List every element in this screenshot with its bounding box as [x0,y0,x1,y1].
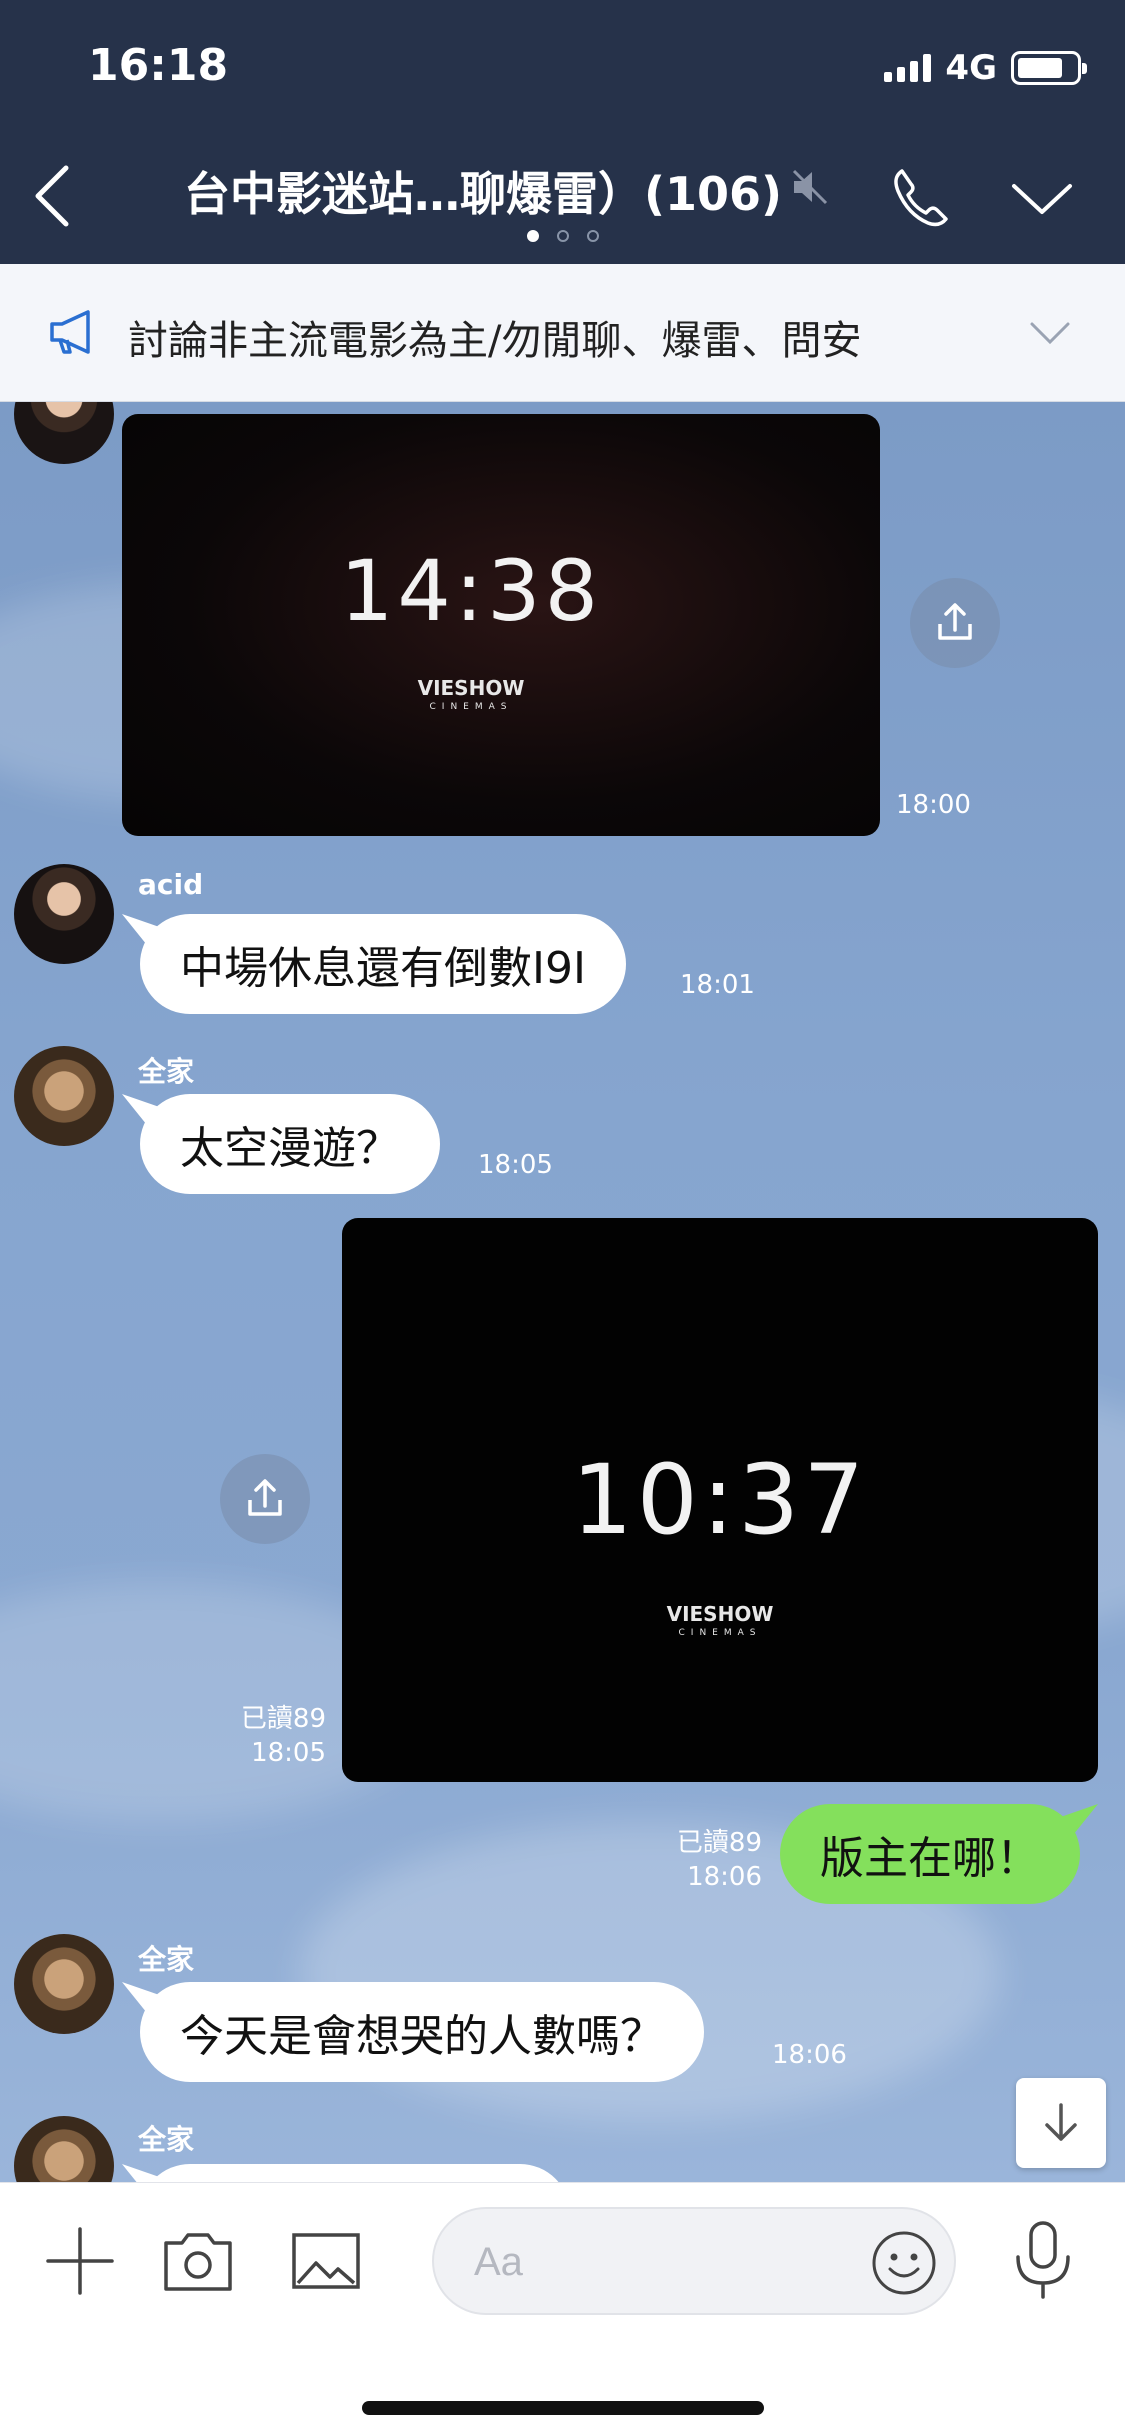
battery-icon [1011,51,1087,85]
emoji-icon[interactable] [870,2229,938,2297]
image-gallery-icon[interactable] [288,2223,364,2299]
microphone-icon[interactable] [1010,2217,1076,2303]
image-clock-text: 10:37 [571,1444,869,1556]
megaphone-icon [50,310,90,354]
chat-title[interactable]: 台中影迷站…聊爆雷）(106) [184,158,782,224]
sender-name: acid [138,868,204,901]
message-bubble[interactable]: 今天是會想哭的人數嗎？ [140,1982,704,2082]
sender-name: 全家 [138,1055,195,1088]
message-time: 18:05 [478,1150,553,1180]
share-button[interactable] [220,1454,310,1544]
mute-icon [792,169,828,205]
avatar[interactable] [14,402,114,464]
share-icon [938,603,972,640]
sender-name: 全家 [138,1943,195,1976]
sender-name: 全家 [138,2123,195,2156]
scroll-to-bottom-button[interactable] [1016,2078,1106,2168]
message-bubble[interactable]: 中場休息還有倒數I9I [140,914,626,1014]
image-message[interactable]: 14:38 VIESHOW CINEMAS [122,414,880,836]
message-time: 18:00 [896,790,971,820]
page-indicator [0,230,1125,242]
phone-call-icon[interactable] [888,165,952,229]
network-type: 4G [945,48,997,88]
signal-icon [884,54,932,82]
back-arrow-icon[interactable] [28,160,76,232]
message-field[interactable] [432,2207,956,2315]
image-brand-logo: VIESHOW CINEMAS [417,676,525,712]
chat-header: 16:18 4G 台中影迷站…聊爆雷）(106) [0,0,1125,264]
sent-message-bubble[interactable]: 版主在哪！ [780,1804,1080,1904]
read-status: 已讀89 18:06 [676,1828,762,1892]
arrow-down-icon [1045,2103,1077,2141]
image-brand-logo: VIESHOW CINEMAS [666,1602,774,1638]
share-icon [248,1479,282,1516]
avatar[interactable] [14,1046,114,1146]
read-status: 已讀89 18:05 [240,1704,326,1768]
chevron-down-icon[interactable] [1028,320,1072,348]
avatar[interactable] [14,2116,114,2182]
avatar[interactable] [14,1934,114,2034]
status-time: 16:18 [88,40,229,91]
status-indicators: 4G [884,48,1087,88]
message-bubble[interactable]: 太空漫遊？ [140,1094,440,1194]
message-input-bar [0,2182,1125,2436]
message-input[interactable] [474,2233,854,2291]
message-time: 18:06 [772,2040,847,2070]
share-button[interactable] [910,578,1000,668]
message-time: 18:01 [680,970,755,1000]
announcement-text: 討論非主流電影為主/勿閒聊、爆雷、問安 [128,318,862,364]
message-bubble[interactable] [140,2164,570,2182]
home-indicator[interactable] [362,2401,764,2415]
avatar[interactable] [14,864,114,964]
image-message[interactable]: 10:37 VIESHOW CINEMAS [342,1218,1098,1782]
plus-icon[interactable] [42,2223,118,2299]
announcement-bar[interactable]: 討論非主流電影為主/勿閒聊、爆雷、問安 [0,264,1125,402]
image-clock-text: 14:38 [339,542,603,640]
chat-messages[interactable]: 14:38 VIESHOW CINEMAS 18:00 acid 中場休息還有倒數… [0,402,1125,2182]
camera-icon[interactable] [160,2223,236,2299]
chevron-down-icon[interactable] [1010,180,1074,220]
